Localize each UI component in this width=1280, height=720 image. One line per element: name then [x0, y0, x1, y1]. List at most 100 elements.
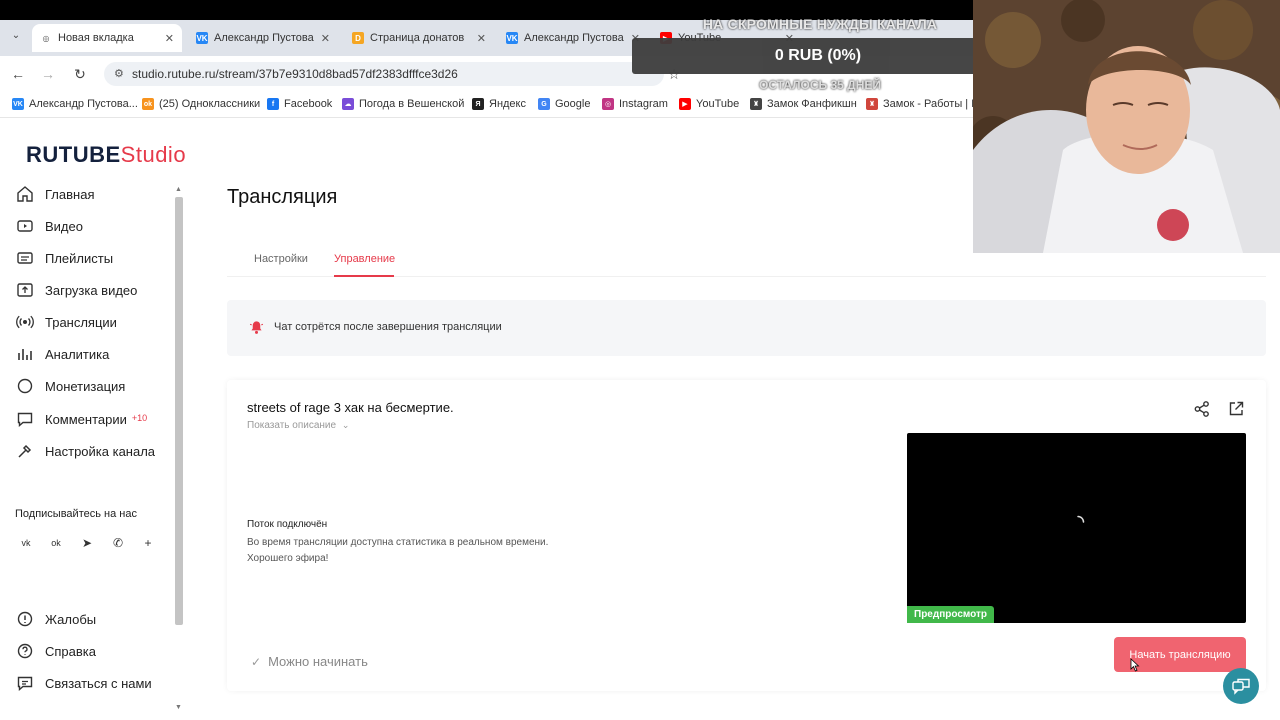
sidebar-item-label: Настройка канала: [45, 443, 156, 459]
status-line-2: Хорошего эфира!: [247, 553, 329, 564]
sidebar-footer-item[interactable]: Связаться с нами: [16, 672, 152, 694]
sidebar-item-label: Видео: [45, 218, 83, 234]
sidebar-item[interactable]: Трансляции: [16, 311, 117, 333]
upload-icon: [16, 281, 34, 299]
browser-tab[interactable]: VKАлександр Пустова✕: [498, 24, 648, 52]
bookmark-item[interactable]: f Facebook: [267, 98, 332, 110]
bookmark-item[interactable]: ☁ Погода в Вешенской: [342, 98, 464, 110]
sidebar-item[interactable]: Загрузка видео: [16, 279, 137, 301]
bookmark-item[interactable]: ▶ YouTube: [679, 98, 739, 110]
ok-icon[interactable]: ok: [47, 534, 65, 552]
mouse-cursor-icon: [1130, 658, 1140, 672]
scroll-down-icon[interactable]: ▼: [175, 704, 182, 711]
sidebar-item[interactable]: Комментарии +10: [16, 408, 147, 430]
browser-tab[interactable]: VKАлександр Пустова✕: [188, 24, 338, 52]
sidebar-item[interactable]: Плейлисты: [16, 247, 113, 269]
donation-icon: D: [352, 32, 364, 44]
address-bar[interactable]: ⚙ studio.rutube.ru/stream/37b7e9310d8bad…: [104, 62, 664, 86]
sidebar-item-label: Главная: [45, 186, 95, 202]
donation-days-left: ОСТАЛОСЬ 35 ДНЕЙ: [759, 78, 881, 92]
ready-status-label: Можно начинать: [268, 654, 368, 669]
chat-notice: Чат сотрётся после завершения трансляции: [227, 300, 1266, 356]
donation-goal-title: НА СКРОМНЫЕ НУЖДЫ КАНАЛА: [702, 16, 938, 32]
bookmark-item[interactable]: ◎ Instagram: [602, 98, 668, 110]
sidebar-item[interactable]: Монетизация: [16, 375, 125, 397]
viber-icon[interactable]: ✆: [109, 534, 127, 552]
bookmark-label: YouTube: [696, 98, 740, 110]
close-icon[interactable]: ✕: [165, 32, 174, 45]
video-icon: [16, 217, 34, 235]
bookmark-item[interactable]: ♜ Замок - Работы | Н...: [866, 98, 988, 110]
vk-icon: VK: [12, 98, 24, 110]
facebook-icon: f: [267, 98, 279, 110]
bookmark-label: Замок Фанфикшн: [767, 98, 857, 110]
show-description-label: Показать описание: [247, 420, 337, 431]
close-icon[interactable]: ✕: [321, 32, 330, 45]
sidebar-footer-item[interactable]: Жалобы: [16, 608, 96, 630]
bookmark-label: Instagram: [619, 98, 668, 110]
sidebar-item[interactable]: Аналитика: [16, 343, 109, 365]
rutube-studio-logo[interactable]: RUTUBEStudio: [26, 142, 186, 168]
bookmark-item[interactable]: ok (25) Одноклассники: [142, 98, 260, 110]
browser-tab-label: Александр Пустова: [524, 32, 624, 44]
active-tab-underline: [334, 275, 394, 277]
analytics-icon: [16, 345, 34, 363]
open-external-icon[interactable]: [1227, 400, 1245, 418]
sidebar-item-label: Монетизация: [45, 378, 126, 394]
tab-management[interactable]: Управление: [334, 253, 395, 265]
bookmark-label: (25) Одноклассники: [159, 98, 261, 110]
globe-icon: ◎: [42, 33, 50, 43]
broadcast-icon: [16, 313, 34, 331]
settings-icon: [16, 442, 34, 460]
site-info-icon[interactable]: ⚙: [114, 62, 124, 86]
plus-icon[interactable]: +: [139, 534, 157, 552]
sidebar-footer-label: Связаться с нами: [45, 675, 152, 691]
back-icon[interactable]: ←: [8, 64, 28, 84]
preview-badge: Предпросмотр: [907, 606, 995, 623]
youtube-icon: ▶: [679, 98, 691, 110]
status-title: Поток подключён: [247, 519, 328, 530]
browser-tab[interactable]: ◎ Новая вкладка ✕: [32, 24, 182, 52]
sidebar-item-label: Аналитика: [45, 346, 110, 362]
ok-icon: ok: [142, 98, 154, 110]
page-title: Трансляция: [227, 186, 338, 208]
browser-tab[interactable]: D Страница донатов ✕: [344, 24, 494, 52]
logo-main: RUTUBE: [26, 142, 121, 167]
webcam-feed: [973, 0, 1280, 253]
chevron-down-icon: ⌄: [341, 420, 350, 430]
tab-list-chevron-icon[interactable]: ⌄: [6, 26, 26, 46]
instagram-icon: ◎: [602, 98, 614, 110]
forward-icon[interactable]: →: [38, 64, 58, 84]
scroll-up-icon[interactable]: ▲: [175, 186, 182, 193]
reload-icon[interactable]: ↻: [70, 64, 90, 84]
sidebar-footer-item[interactable]: Справка: [16, 640, 96, 662]
tab-settings[interactable]: Настройки: [254, 253, 308, 265]
sidebar-item[interactable]: Главная: [16, 183, 94, 205]
bookmark-label: Александр Пустова...: [29, 98, 138, 110]
playlist-icon: [16, 249, 34, 267]
close-icon[interactable]: ✕: [477, 32, 486, 45]
sidebar: Главная Видео Плейлисты Загрузка видео Транс…: [0, 180, 186, 720]
castle-icon: ♜: [750, 98, 762, 110]
browser-tab-label: Новая вкладка: [58, 32, 134, 44]
sidebar-item[interactable]: Настройка канала: [16, 440, 155, 462]
sidebar-item[interactable]: Видео: [16, 215, 83, 237]
vk-icon[interactable]: vk: [17, 534, 35, 552]
checkmark-icon: ✓: [251, 654, 262, 669]
sidebar-item-label: Плейлисты: [45, 250, 114, 266]
sidebar-item-label: Загрузка видео: [45, 282, 138, 298]
bookmark-item[interactable]: Я Яндекс: [472, 98, 526, 110]
telegram-icon[interactable]: ➤: [78, 534, 96, 552]
bookmark-label: Яндекс: [489, 98, 526, 110]
support-chat-button[interactable]: [1223, 668, 1259, 704]
share-icon[interactable]: [1193, 400, 1211, 418]
browser-tab-label: Страница донатов: [370, 32, 465, 44]
status-line-1: Во время трансляции доступна статистика …: [247, 537, 549, 548]
stream-preview-player[interactable]: Предпросмотр: [907, 433, 1246, 623]
show-description-link[interactable]: Показать описание ⌄: [247, 420, 349, 431]
bookmark-item[interactable]: VK Александр Пустова...: [12, 98, 138, 110]
sidebar-scroll-thumb[interactable]: [175, 197, 183, 625]
bookmark-item[interactable]: ♜ Замок Фанфикшн: [750, 98, 857, 110]
webcam-overlay: [973, 0, 1280, 253]
bookmark-item[interactable]: G Google: [538, 98, 590, 110]
